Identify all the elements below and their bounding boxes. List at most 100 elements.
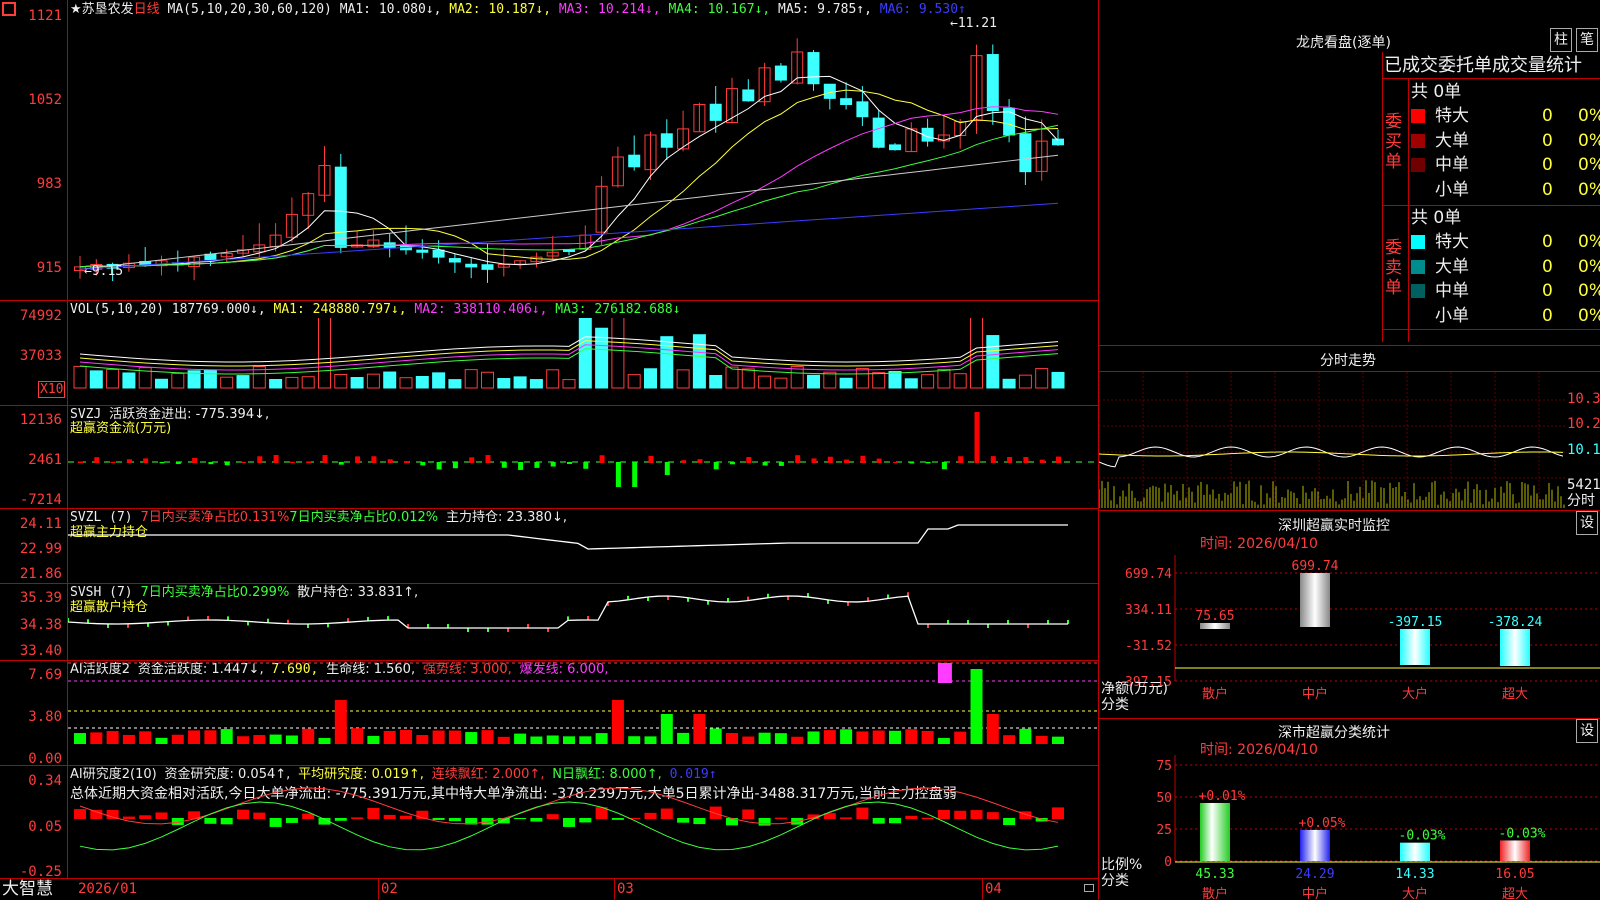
monitor-axis-label: 334.11 bbox=[1125, 603, 1172, 618]
research-bar bbox=[660, 808, 673, 819]
volume-bar bbox=[921, 374, 935, 389]
research-bar bbox=[400, 815, 412, 819]
fund-flow-bar bbox=[306, 461, 312, 463]
buy-color-swatch bbox=[1411, 133, 1425, 148]
trade-stat-header[interactable]: 已成交委托单成交量统计 bbox=[1384, 55, 1582, 77]
volume-bar bbox=[644, 368, 657, 389]
stat-category-label: 散户 bbox=[1202, 886, 1228, 900]
volume-chart[interactable] bbox=[68, 318, 1098, 404]
research-bar bbox=[905, 815, 918, 819]
sell-row-count: 0 bbox=[1542, 305, 1553, 326]
volume-bar bbox=[269, 379, 283, 389]
research-bar bbox=[351, 817, 364, 819]
fund-flow-bar bbox=[78, 461, 83, 463]
lock-icon[interactable] bbox=[1084, 884, 1094, 892]
volume-bar bbox=[1002, 378, 1016, 389]
volume-bar bbox=[220, 376, 234, 389]
stat-bar bbox=[1400, 842, 1430, 861]
minute-axis-label: 10.33 bbox=[1567, 391, 1600, 407]
fund-flow-bar bbox=[159, 462, 165, 464]
research-bar bbox=[970, 810, 983, 819]
volume-bar bbox=[1018, 374, 1032, 389]
buy-orders-label: 委买单 bbox=[1385, 112, 1402, 172]
monitor-value-label: -397.15 bbox=[1388, 615, 1443, 630]
fund-flow-bar bbox=[110, 461, 116, 463]
svzl-axis-label: 22.99 bbox=[19, 541, 62, 557]
sell-row-count: 0 bbox=[1542, 256, 1553, 277]
retail-position-line bbox=[68, 595, 1068, 629]
volume-bar bbox=[318, 318, 331, 389]
research-bar bbox=[514, 818, 527, 820]
research-bar bbox=[237, 809, 249, 819]
activity-bar bbox=[318, 737, 331, 744]
candle-body bbox=[334, 166, 347, 248]
bar-mode-button[interactable]: 柱 bbox=[1550, 28, 1572, 52]
research-bar bbox=[285, 818, 298, 823]
ma-line bbox=[79, 75, 1059, 268]
sell-color-swatch bbox=[1411, 259, 1425, 274]
fund-flow-bar bbox=[746, 457, 752, 463]
volume-bar bbox=[627, 374, 641, 389]
svzj-axis-label: -7214 bbox=[19, 492, 62, 508]
stat-bar bbox=[1500, 840, 1530, 861]
buy-row-pct: 0% bbox=[1578, 179, 1600, 200]
volume-bar bbox=[660, 336, 674, 389]
stat-axis-label: 25 bbox=[1156, 823, 1172, 838]
minute-trend-chart[interactable] bbox=[1099, 372, 1565, 508]
minute-axis-label: 10.12 bbox=[1567, 442, 1600, 458]
sell-orders-label: 委卖单 bbox=[1385, 238, 1402, 298]
candle-body bbox=[628, 154, 641, 168]
svsh-axis-label: 34.38 bbox=[19, 617, 62, 633]
research-bar bbox=[921, 817, 934, 819]
volume-bar bbox=[953, 373, 967, 389]
activity-bar bbox=[986, 714, 999, 744]
candlestick-chart[interactable] bbox=[68, 14, 1098, 299]
research-bar bbox=[840, 817, 853, 819]
activity-bar bbox=[383, 730, 396, 744]
research-bar bbox=[872, 818, 885, 824]
fund-flow-bar bbox=[599, 455, 605, 463]
fund-flow-chart[interactable] bbox=[68, 406, 1098, 507]
activity-bar bbox=[139, 731, 152, 744]
main-position-chart[interactable] bbox=[68, 509, 1098, 582]
buy-color-swatch bbox=[1411, 109, 1425, 123]
stat-delta-label: -0.03% bbox=[1499, 826, 1546, 841]
stat-value-label: 14.33 bbox=[1395, 867, 1434, 882]
ai-research-chart[interactable] bbox=[68, 766, 1098, 877]
research-bar bbox=[1003, 818, 1016, 826]
buy-row-pct: 0% bbox=[1578, 155, 1600, 175]
fund-flow-bar bbox=[322, 455, 328, 463]
vol-label: VOL(5,10,20) bbox=[70, 302, 164, 317]
vol-ma3: MA3: 276182.688↓ bbox=[555, 302, 681, 317]
candle-body bbox=[709, 103, 722, 121]
retail-position-chart[interactable] bbox=[68, 584, 1098, 659]
stat-bar-chart[interactable]: 75 50 25 0 +0.01% 45.33 散户 +0.05% 24.29 中户 -0.03% 1… bbox=[1100, 755, 1600, 900]
volume-bar bbox=[122, 372, 136, 389]
research-bar bbox=[986, 812, 999, 819]
monitor-settings-button[interactable]: 设 bbox=[1576, 511, 1598, 535]
fund-flow-bar bbox=[664, 462, 670, 475]
volume-bar bbox=[464, 369, 478, 389]
activity-bar bbox=[905, 729, 918, 744]
research-bar bbox=[90, 809, 103, 819]
activity-bar bbox=[155, 737, 168, 744]
fund-flow-bar bbox=[175, 462, 181, 464]
ai-active-chart[interactable] bbox=[68, 661, 1098, 764]
dragon-panel-title: 龙虎看盘(逐单) bbox=[1296, 35, 1391, 51]
fund-flow-bar bbox=[420, 462, 426, 466]
fund-flow-bar bbox=[827, 456, 833, 463]
fund-flow-bar bbox=[925, 462, 931, 464]
research-bar bbox=[677, 818, 690, 823]
research-bar bbox=[546, 814, 559, 819]
candle-body bbox=[807, 52, 820, 85]
activity-bar bbox=[758, 732, 771, 744]
stat-settings-button[interactable]: 设 bbox=[1576, 719, 1598, 743]
price-axis-label: 915 bbox=[36, 260, 62, 276]
ai-research-axis-label: 0.34 bbox=[28, 773, 62, 789]
monitor-bar-chart[interactable]: 699.74 334.11 -31.52 -397.15 75.65 散户 699.74 中户… bbox=[1100, 555, 1600, 715]
tick-mode-button[interactable]: 笔 bbox=[1576, 28, 1598, 52]
minute-volume-label: 5421 bbox=[1567, 477, 1600, 493]
activity-bar bbox=[856, 731, 869, 744]
candle-body bbox=[416, 249, 429, 253]
menu-icon[interactable] bbox=[2, 2, 16, 16]
